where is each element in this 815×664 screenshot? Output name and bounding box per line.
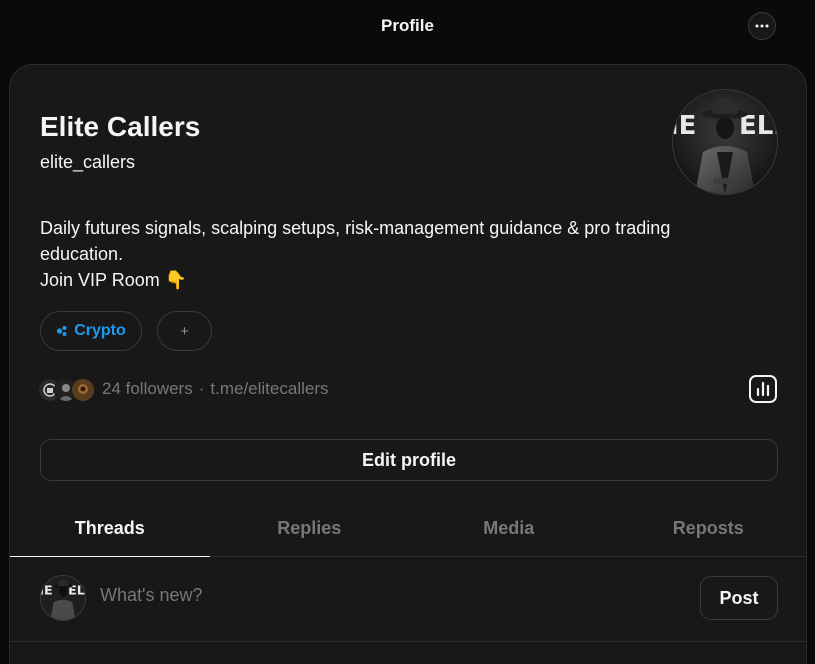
- bio-line: Join VIP Room 👇: [40, 270, 188, 290]
- topic-dots-icon: [57, 326, 67, 336]
- profile-bio: Daily futures signals, scalping setups, …: [40, 215, 740, 293]
- profile-avatar[interactable]: IE ELI: [672, 89, 778, 195]
- bar-chart-icon: [749, 375, 777, 403]
- svg-text:IE: IE: [673, 111, 696, 141]
- post-button[interactable]: Post: [700, 576, 778, 620]
- tab-threads[interactable]: Threads: [10, 501, 210, 557]
- profile-handle: elite_callers: [40, 152, 136, 172]
- separator-dot: ·: [198, 379, 205, 398]
- more-horizontal-icon: [755, 24, 769, 28]
- composer-avatar: IE ELI: [40, 575, 86, 621]
- profile-name: Elite Callers: [40, 111, 201, 142]
- composer-input[interactable]: What's new?: [100, 585, 600, 606]
- follower-avatars[interactable]: [38, 377, 96, 402]
- svg-text:IE: IE: [41, 583, 53, 598]
- topic-tag-label: Crypto: [74, 322, 126, 339]
- tab-media[interactable]: Media: [409, 501, 609, 556]
- followers-count[interactable]: 24 followers: [102, 379, 193, 399]
- tab-reposts[interactable]: Reposts: [609, 501, 807, 556]
- bio-line: Daily futures signals, scalping setups, …: [40, 218, 671, 238]
- profile-link[interactable]: t.me/elitecallers: [210, 379, 328, 399]
- top-bar: Profile: [0, 0, 815, 54]
- bio-line: education.: [40, 244, 124, 264]
- edit-profile-button[interactable]: Edit profile: [40, 439, 778, 481]
- add-topic-button[interactable]: +: [157, 311, 212, 351]
- profile-card: Elite Callers elite_callers IE ELI: [9, 64, 807, 664]
- topic-tag-crypto[interactable]: Crypto: [40, 311, 142, 351]
- tab-replies[interactable]: Replies: [210, 501, 410, 556]
- insights-button[interactable]: [748, 374, 778, 404]
- more-options-button[interactable]: [748, 12, 776, 40]
- followers-row: 24 followers · t.me/elitecallers: [38, 377, 329, 402]
- follower-avatar: [71, 378, 95, 402]
- page-title: Profile: [381, 16, 434, 35]
- thread-composer: IE ELI What's new? Post: [10, 557, 806, 642]
- profile-tabs: Threads Replies Media Reposts: [10, 501, 807, 557]
